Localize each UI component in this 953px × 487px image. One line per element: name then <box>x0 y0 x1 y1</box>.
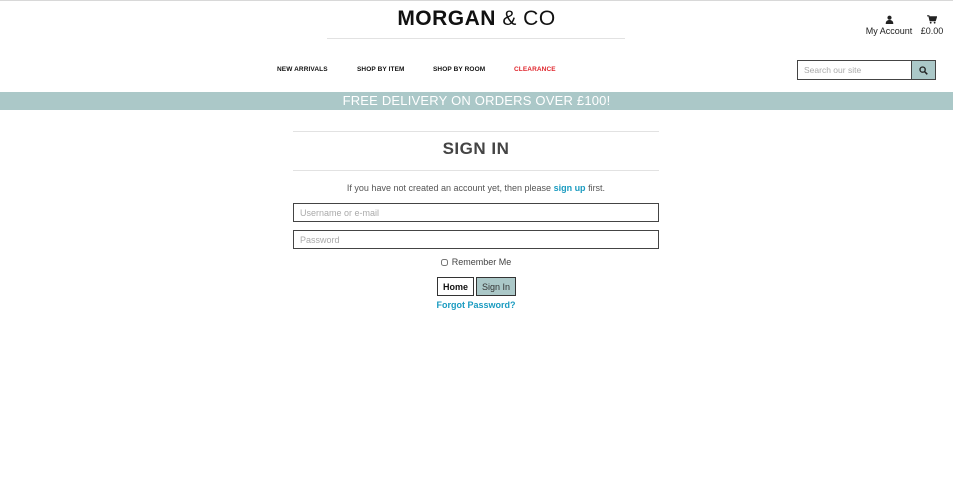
home-button[interactable]: Home <box>437 277 474 296</box>
top-border <box>0 0 953 1</box>
user-icon <box>862 15 916 24</box>
username-field[interactable] <box>293 203 659 222</box>
nav-shop-by-item[interactable]: SHOP BY ITEM <box>357 66 405 73</box>
page-title: SIGN IN <box>442 139 510 158</box>
my-account-link[interactable]: My Account <box>862 15 916 36</box>
forgot-password-link[interactable]: Forgot Password? <box>293 300 659 310</box>
password-field[interactable] <box>293 230 659 249</box>
search-bar <box>797 60 936 80</box>
remember-me-checkbox[interactable] <box>440 258 448 266</box>
site-logo[interactable]: MORGAN & CO <box>0 7 953 31</box>
magnifier-icon <box>919 63 928 78</box>
cart-total: £0.00 <box>920 26 944 36</box>
sign-in-button[interactable]: Sign In <box>476 277 516 296</box>
title-top-divider <box>293 131 659 132</box>
signup-notice: If you have not created an account yet, … <box>293 183 659 193</box>
logo-wordmark: MORGAN <box>397 7 496 30</box>
cart-link[interactable]: £0.00 <box>917 15 947 36</box>
search-input[interactable] <box>797 60 911 80</box>
title-bottom-divider <box>293 170 659 171</box>
notice-text-before: If you have not created an account yet, … <box>346 183 554 193</box>
sign-up-link[interactable]: sign up <box>554 183 586 193</box>
remember-me-label: Remember Me <box>451 257 512 267</box>
shopping-cart-icon <box>917 15 947 24</box>
nav-new-arrivals[interactable]: NEW ARRIVALS <box>277 66 328 73</box>
my-account-label: My Account <box>865 26 913 36</box>
logo-divider <box>327 38 625 39</box>
remember-me: Remember Me <box>293 257 659 267</box>
logo-suffix: & CO <box>502 7 556 30</box>
notice-text-after: first. <box>585 183 606 193</box>
search-button[interactable] <box>911 60 936 80</box>
free-delivery-banner: FREE DELIVERY ON ORDERS OVER £100! <box>0 92 953 110</box>
nav-shop-by-room[interactable]: SHOP BY ROOM <box>433 66 485 73</box>
nav-clearance[interactable]: CLEARANCE <box>514 66 556 73</box>
